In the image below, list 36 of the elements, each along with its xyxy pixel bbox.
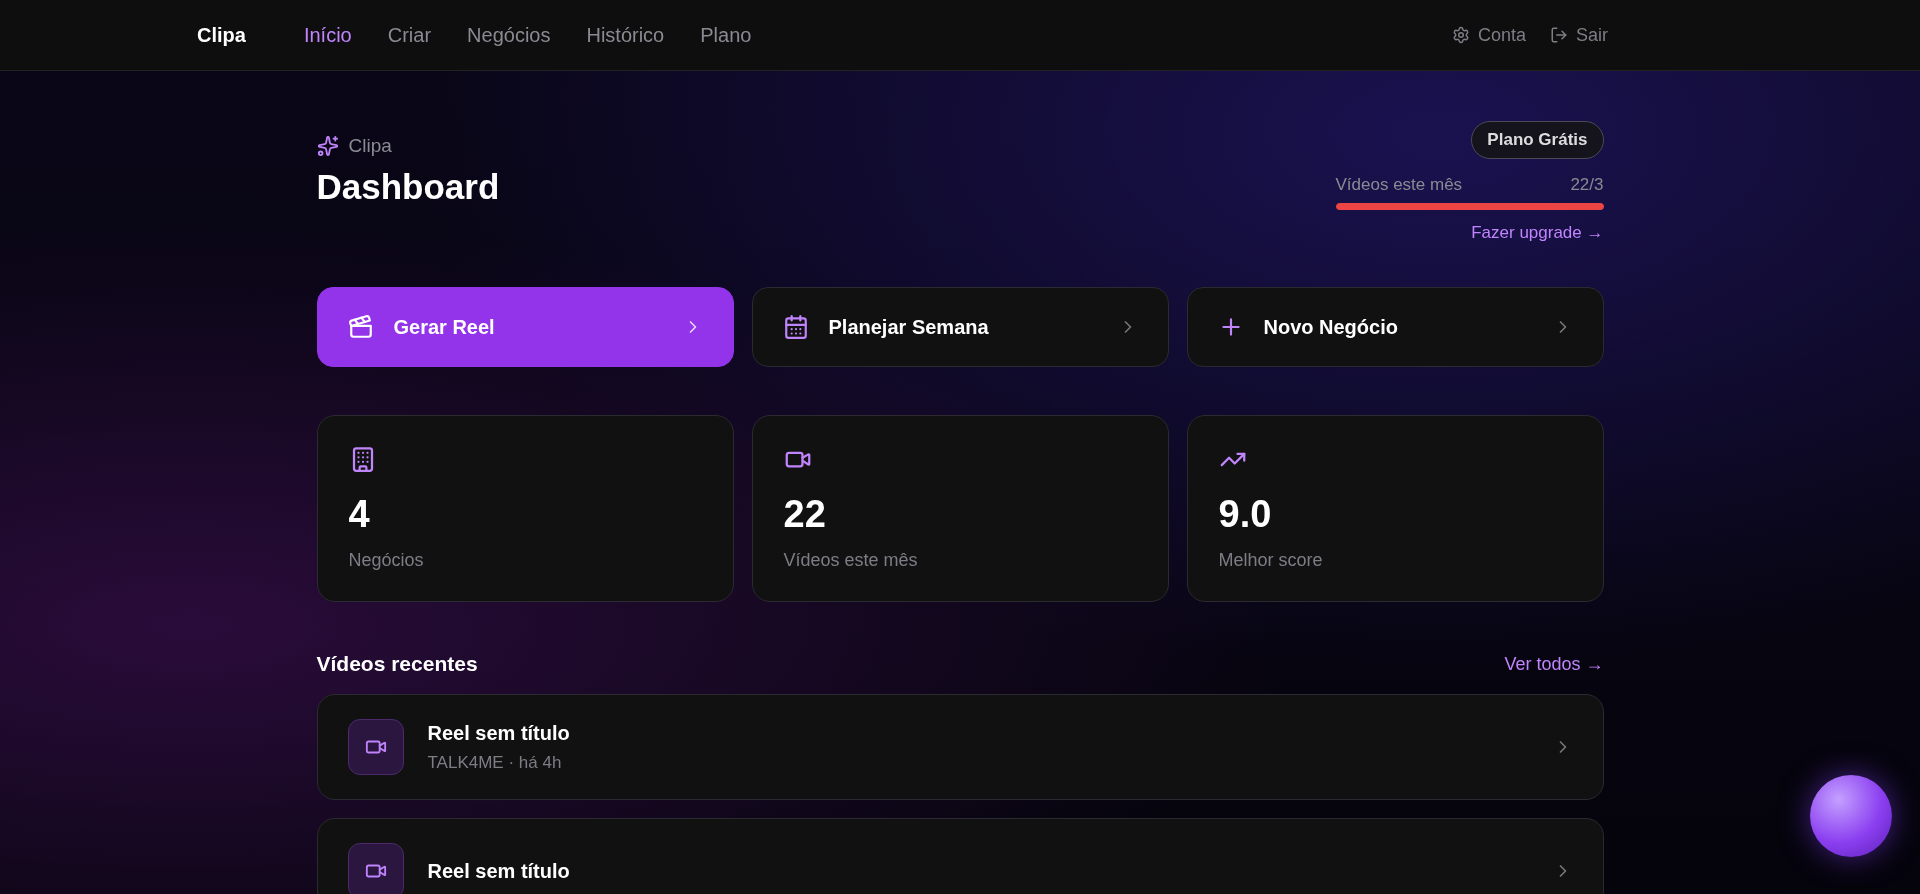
logout-icon	[1550, 26, 1568, 44]
nav-link[interactable]: Negócios	[467, 23, 551, 47]
action-button[interactable]: Novo Negócio	[1186, 287, 1604, 367]
recent-video-row[interactable]: Reel sem título TALK4ME · há 4h	[316, 694, 1604, 800]
plan-badge: Plano Grátis	[1471, 121, 1604, 159]
stat-label: Vídeos este mês	[783, 550, 919, 571]
logout-link[interactable]: Sair	[1550, 24, 1608, 46]
assistant-orb-button[interactable]	[1810, 775, 1892, 857]
eyebrow-text: Clipa	[348, 135, 392, 157]
recent-video-row[interactable]: Reel sem título	[316, 818, 1604, 894]
section-title: Vídeos recentes	[316, 652, 478, 676]
nav-link[interactable]: Criar	[387, 23, 432, 47]
nav-link[interactable]: Início	[303, 23, 352, 47]
upgrade-link[interactable]: Fazer upgrade →	[1471, 223, 1604, 243]
usage-label: Vídeos este mês	[1335, 175, 1463, 195]
stat-value: 9.0	[1218, 493, 1273, 536]
action-button[interactable]: Gerar Reel	[316, 287, 734, 367]
sparkles-icon	[316, 135, 339, 157]
video-title: Reel sem título	[427, 721, 570, 745]
clapperboard-icon	[347, 314, 374, 340]
view-all-link[interactable]: Ver todos →	[1504, 653, 1604, 675]
action-button[interactable]: Planejar Semana	[751, 287, 1169, 367]
usage-reading: 22/3	[1570, 175, 1604, 195]
stat-label: Negócios	[348, 550, 425, 571]
brand-logo[interactable]: Clipa	[197, 23, 246, 47]
account-link[interactable]: Conta	[1451, 24, 1526, 46]
video-meta: TALK4ME · há 4h	[427, 752, 563, 773]
nav-link[interactable]: Histórico	[586, 23, 665, 47]
stat-value: 22	[783, 493, 827, 536]
settings-icon	[1451, 26, 1470, 44]
video-title: Reel sem título	[427, 859, 570, 883]
stat-label: Melhor score	[1218, 550, 1324, 571]
page-title: Dashboard	[316, 167, 500, 207]
stat-value: 4	[348, 493, 371, 536]
nav-link[interactable]: Plano	[700, 23, 752, 47]
calendar-icon	[782, 314, 809, 340]
